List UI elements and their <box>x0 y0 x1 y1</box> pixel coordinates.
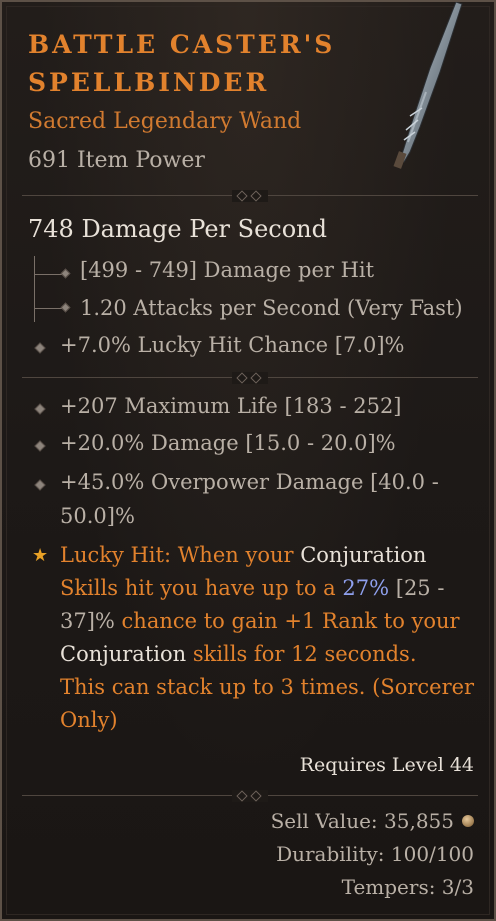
star-icon: ★ <box>32 545 49 566</box>
aspect-value: 27% <box>342 576 390 600</box>
aspect-text: Lucky Hit: When your <box>60 543 301 567</box>
aspect-text: Skills hit you have up to a <box>60 576 343 600</box>
diamond-bullet-icon <box>34 440 46 452</box>
aspect-keyword: Conjuration <box>300 543 427 567</box>
coin-icon <box>462 814 474 827</box>
damage-per-hit: [499 - 749] Damage per Hit <box>80 258 375 282</box>
diamond-bullet-icon <box>34 342 46 354</box>
item-tooltip: BATTLE CASTER'S SPELLBINDER Sacred Legen… <box>0 0 496 921</box>
divider <box>22 190 478 202</box>
aspect-range: [25 - <box>389 576 445 600</box>
legendary-aspect: Lucky Hit: When your Conjuration Skills … <box>60 539 480 737</box>
divider <box>22 372 478 384</box>
level-requirement: Requires Level 44 <box>299 754 474 776</box>
aspect-keyword: Conjuration <box>60 642 187 666</box>
affix: +20.0% Damage [15.0 - 20.0]% <box>60 431 396 455</box>
divider <box>22 790 478 802</box>
implicit-affix: +7.0% Lucky Hit Chance [7.0]% <box>60 333 405 357</box>
diamond-bullet-icon <box>34 479 46 491</box>
affix: +45.0% Overpower Damage [40.0 - <box>60 470 439 494</box>
sell-value: Sell Value: 35,855 <box>271 809 474 833</box>
tempers: Tempers: 3/3 <box>341 875 474 899</box>
damage-per-second: 748 Damage Per Second <box>28 215 327 243</box>
affix-continued: 50.0]% <box>60 504 135 528</box>
wand-icon <box>393 2 463 169</box>
item-power: 691 Item Power <box>28 148 205 173</box>
item-type: Sacred Legendary Wand <box>28 109 302 134</box>
diamond-bullet-icon <box>34 403 46 415</box>
aspect-text: This can stack up to 3 times. (Sorcerer <box>60 675 475 699</box>
affix: +207 Maximum Life [183 - 252] <box>60 394 402 418</box>
aspect-text: skills for 12 seconds. <box>186 642 417 666</box>
item-name: BATTLE CASTER'S SPELLBINDER <box>28 26 368 102</box>
aspect-text: Only) <box>60 708 118 732</box>
attack-speed: 1.20 Attacks per Second (Very Fast) <box>80 296 463 320</box>
aspect-range: 37]% <box>60 609 115 633</box>
aspect-text: chance to gain +1 Rank to your <box>114 609 460 633</box>
item-name-line2: SPELLBINDER <box>28 68 270 97</box>
item-name-line1: BATTLE CASTER'S <box>28 30 336 59</box>
sell-value-text: Sell Value: 35,855 <box>270 809 454 833</box>
tree-branch-icon <box>34 256 49 322</box>
durability: Durability: 100/100 <box>276 842 474 866</box>
